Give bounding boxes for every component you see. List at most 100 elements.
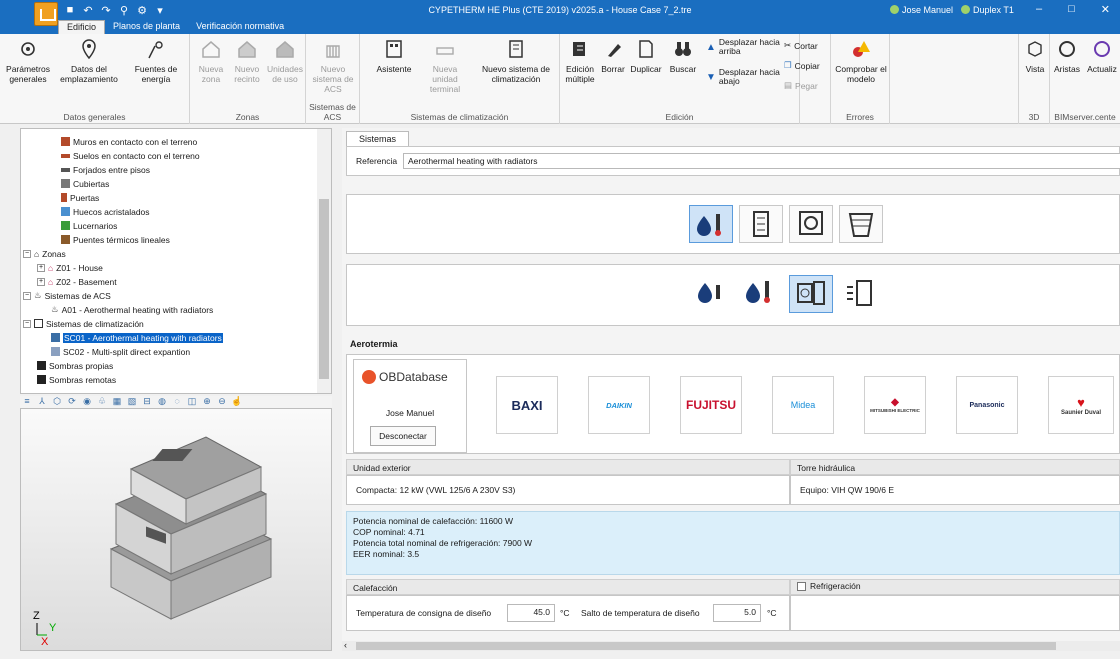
zoom-extents-icon[interactable]: ⊕ <box>200 396 214 406</box>
water-heating-button[interactable] <box>689 205 733 243</box>
radiator-system-button[interactable] <box>739 205 783 243</box>
expand-icon[interactable]: + <box>37 263 45 272</box>
unidades-uso-button[interactable]: Unidades de uso <box>266 38 304 84</box>
comprobar-button[interactable]: Comprobar el modelo <box>833 38 889 84</box>
cortar-button[interactable]: ✂ Cortar <box>784 40 818 51</box>
tree-item[interactable]: Sombras propias <box>37 359 113 372</box>
hydraulic-tower-button[interactable] <box>839 275 883 313</box>
vista-button[interactable]: Vista <box>1021 38 1049 74</box>
zoom-icon[interactable]: ⊖ <box>215 396 229 406</box>
boiler-button[interactable] <box>689 275 733 313</box>
scroll-left-icon[interactable]: ‹ <box>344 640 347 650</box>
tree-view-icon[interactable]: ♧ <box>95 396 109 406</box>
collapse-icon[interactable]: − <box>23 249 31 258</box>
plan-icon[interactable]: ▧ <box>125 396 139 406</box>
brand-fujitsu[interactable]: FUJITSU <box>680 376 742 434</box>
pegar-button[interactable]: ▤ Pegar <box>784 80 818 91</box>
brand-midea[interactable]: Midea <box>772 376 834 434</box>
cooling-tower-button[interactable] <box>839 205 883 243</box>
asistente-button[interactable]: Asistente <box>374 38 414 74</box>
tree-item[interactable]: + ⌂ Z01 - House <box>37 261 103 274</box>
tree-item[interactable]: − Sistemas de climatización <box>23 317 144 330</box>
expand-icon[interactable]: + <box>37 277 45 286</box>
tab-sistemas[interactable]: Sistemas <box>346 131 410 146</box>
brand-daikin[interactable]: DAIKIN <box>588 376 650 434</box>
torre-box[interactable]: Equipo: VIH QW 190/6 E <box>790 475 1120 505</box>
salto-input[interactable]: 5.0 <box>713 604 761 622</box>
actualizar-button[interactable]: Actualiz <box>1084 38 1120 74</box>
server-account[interactable]: Duplex T1 <box>961 5 1014 15</box>
datos-emplazamiento-button[interactable]: Datos del emplazamiento <box>58 38 120 84</box>
tab-planos[interactable]: Planos de planta <box>105 20 188 34</box>
refrigeracion-checkbox[interactable] <box>797 581 806 591</box>
render-icon[interactable]: ◍ <box>155 396 169 406</box>
temp-consigna-input[interactable]: 45.0 <box>507 604 555 622</box>
edicion-multiple-button[interactable]: Edición múltiple <box>562 38 598 84</box>
view3d-canvas[interactable]: Z Y X <box>20 408 332 651</box>
hscroll-thumb[interactable] <box>356 642 1056 650</box>
nuevo-sistema-clim-button[interactable]: Nuevo sistema de climatización <box>474 38 558 84</box>
user-account[interactable]: Jose Manuel <box>890 5 953 15</box>
tree-item[interactable]: − ⌂ Zonas <box>23 247 66 260</box>
visibility-icon[interactable]: ◌ <box>170 396 184 406</box>
brand-midea-label: Midea <box>790 400 816 410</box>
tree-scrollbar-thumb[interactable] <box>319 199 329 379</box>
fuentes-button[interactable]: Fuentes de energía <box>124 38 188 84</box>
minimize-icon[interactable]: – <box>1036 3 1042 16</box>
brand-saunier-duval[interactable]: ♥ Saunier Duval <box>1048 376 1114 434</box>
aerothermal-button[interactable] <box>789 275 833 313</box>
unidad-exterior-box[interactable]: Compacta: 12 kW (VWL 125/6 A 230V S3) <box>346 475 790 505</box>
shield-icon[interactable]: ⬡ <box>50 396 64 406</box>
tree-item[interactable]: Muros en contacto con el terreno <box>61 135 197 148</box>
tree-item[interactable]: Suelos en contacto con el terreno <box>61 149 200 162</box>
buscar-button[interactable]: Buscar <box>666 38 700 74</box>
tree-item-selected[interactable]: SC01 - Aerothermal heating with radiator… <box>51 331 223 344</box>
tree-item[interactable]: ♨ A01 - Aerothermal heating with radiator… <box>51 303 213 316</box>
nueva-unidad-button[interactable]: Nueva unidad terminal <box>420 38 470 94</box>
desplazar-arriba-button[interactable]: ▲ Desplazar hacia arriba <box>706 38 786 56</box>
tree-item[interactable]: Lucernarios <box>61 219 117 232</box>
nuevo-recinto-button[interactable]: Nuevo recinto <box>230 38 264 84</box>
pan-hand-icon[interactable]: ☝ <box>230 396 244 406</box>
brand-mitsubishi[interactable]: ◆ MITSUBISHI ELECTRIC <box>864 376 926 434</box>
nueva-zona-button[interactable]: Nueva zona <box>194 38 228 84</box>
tree-item[interactable]: SC02 - Multi-split direct expantion <box>51 345 190 358</box>
tree-item[interactable]: Sombras remotas <box>37 373 116 386</box>
referencia-input[interactable]: Aerothermal heating with radiators <box>403 153 1120 169</box>
maximize-icon[interactable]: □ <box>1068 3 1075 16</box>
main-horizontal-scrollbar[interactable]: ‹ <box>342 640 1120 651</box>
desplazar-abajo-button[interactable]: ▼ Desplazar hacia abajo <box>706 68 786 86</box>
tree-item[interactable]: − ♨ Sistemas de ACS <box>23 289 111 302</box>
copiar-button[interactable]: ❐ Copiar <box>784 60 820 71</box>
fan-system-button[interactable] <box>789 205 833 243</box>
nuevo-sistema-acs-button[interactable]: Nuevo sistema de ACS <box>308 38 358 94</box>
tree-item[interactable]: Puentes térmicos lineales <box>61 233 170 246</box>
section-icon[interactable]: ⊟ <box>140 396 154 406</box>
brand-baxi[interactable]: BAXI <box>496 376 558 434</box>
brand-panasonic[interactable]: Panasonic <box>956 376 1018 434</box>
tree-item[interactable]: Huecos acristalados <box>61 205 150 218</box>
tree-item[interactable]: Puertas <box>61 191 99 204</box>
parametros-button[interactable]: Parámetros generales <box>2 38 54 84</box>
collapse-icon[interactable]: − <box>23 319 31 328</box>
eye-icon[interactable]: ◉ <box>80 396 94 406</box>
view-3d-icon[interactable]: ◫ <box>185 396 199 406</box>
calefaccion-header: Calefacción <box>346 579 790 595</box>
axis-icon[interactable]: ⅄ <box>35 396 49 406</box>
tree-scrollbar[interactable] <box>317 129 331 393</box>
tree-item[interactable]: Forjados entre pisos <box>61 163 150 176</box>
aristas-button[interactable]: Aristas <box>1052 38 1082 74</box>
grid-icon[interactable]: ▦ <box>110 396 124 406</box>
tab-edificio[interactable]: Edificio <box>58 20 106 34</box>
duplicar-button[interactable]: Duplicar <box>628 38 664 74</box>
tree-item[interactable]: + ⌂ Z02 - Basement <box>37 275 117 288</box>
heat-pump-button[interactable] <box>739 275 783 313</box>
close-icon[interactable]: ✕ <box>1101 3 1110 16</box>
collapse-icon[interactable]: − <box>23 291 31 300</box>
layers-icon[interactable]: ≡ <box>20 396 34 406</box>
tab-verificacion[interactable]: Verificación normativa <box>188 20 292 34</box>
orbit-icon[interactable]: ⟳ <box>65 396 79 406</box>
tree-item[interactable]: Cubiertas <box>61 177 109 190</box>
desconectar-button[interactable]: Desconectar <box>370 426 436 446</box>
borrar-button[interactable]: Borrar <box>600 38 626 74</box>
